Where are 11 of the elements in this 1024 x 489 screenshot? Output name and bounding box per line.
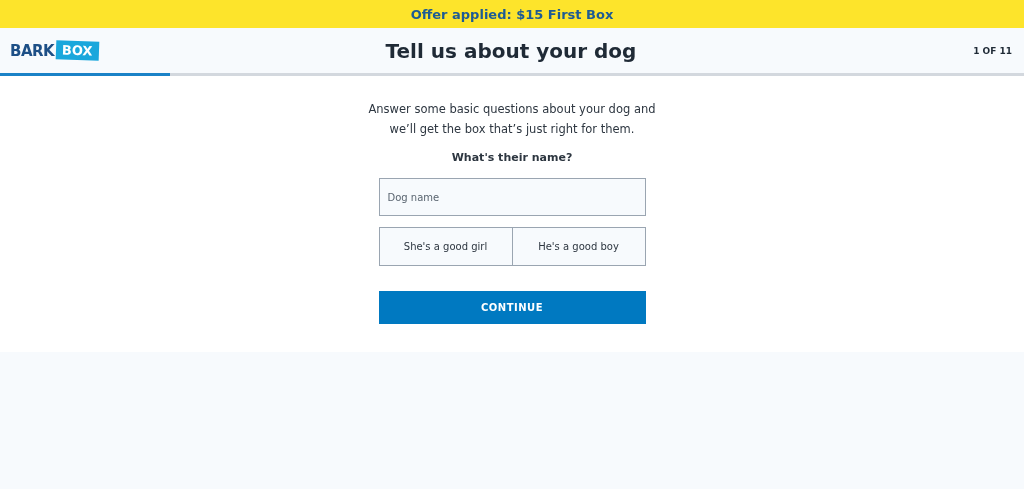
continue-button[interactable]: CONTINUE xyxy=(378,291,646,324)
gender-option[interactable]: He's a good boy xyxy=(511,227,646,266)
dog-name-field[interactable]: Dog name xyxy=(378,178,646,216)
logo-badge: BOX xyxy=(55,40,100,61)
gender-option[interactable]: She's a good girl xyxy=(378,227,513,266)
logo-wordmark: BARK xyxy=(10,41,55,60)
step-counter: 1 OF 11 xyxy=(972,45,1012,56)
offer-text: Offer applied: $15 First Box xyxy=(410,6,614,22)
intro-text: Answer some basic questions about your dog and we’ll get the box that’s just right for them. xyxy=(367,101,657,138)
question-label: What's their name? xyxy=(451,151,573,164)
page-title: Tell us about your dog xyxy=(384,38,638,63)
